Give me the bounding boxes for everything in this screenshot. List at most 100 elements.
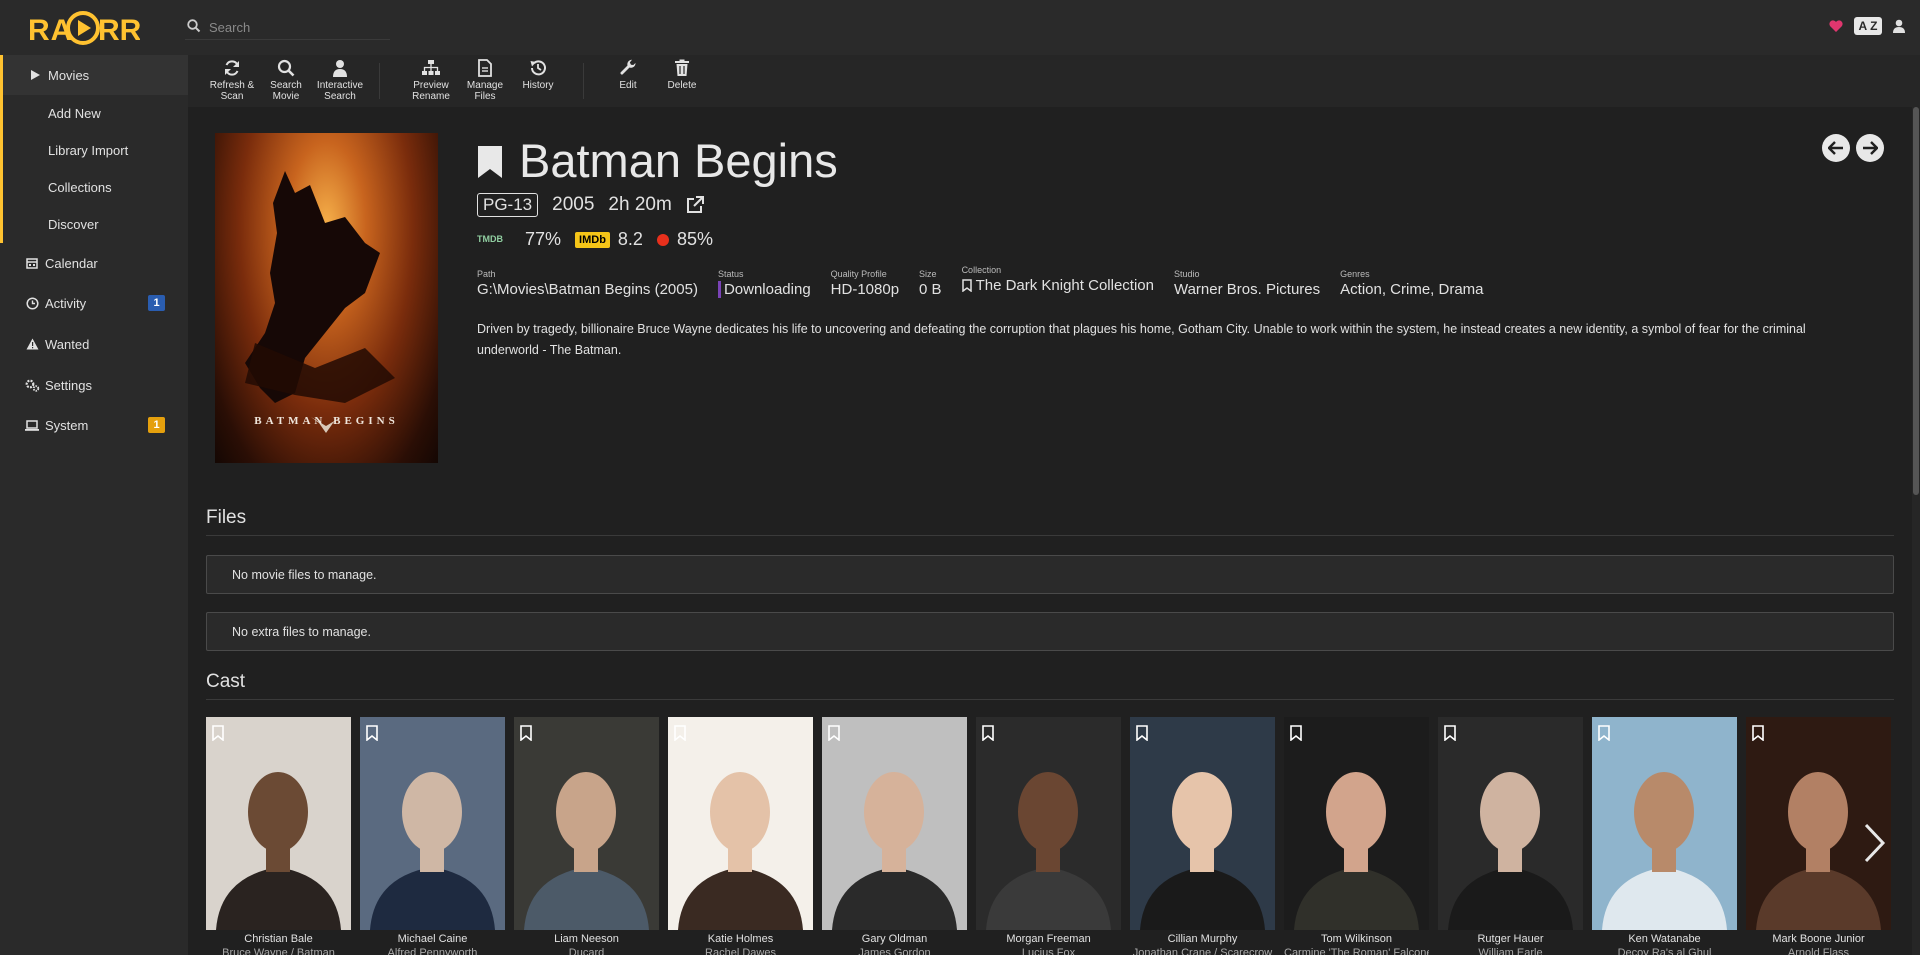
cast-member-card[interactable]: Liam Neeson Ducard (514, 717, 659, 955)
scrollbar[interactable] (1912, 107, 1920, 955)
sidebar-item-discover[interactable]: Discover (0, 206, 188, 243)
preview-rename-button[interactable]: Preview Rename (406, 59, 456, 105)
bookmark-icon[interactable] (366, 725, 378, 741)
bookmark-icon[interactable] (477, 145, 503, 179)
certification-badge: PG-13 (477, 193, 539, 217)
movie-year: 2005 (552, 194, 595, 215)
extra-files-empty: No extra files to manage. (206, 612, 1894, 651)
bookmark-icon[interactable] (1136, 725, 1148, 741)
collection-value[interactable]: The Dark Knight Collection (976, 277, 1154, 294)
studio-value: Warner Bros. Pictures (1173, 281, 1321, 298)
bookmark-icon[interactable] (520, 725, 532, 741)
movie-label: Movie (272, 91, 300, 102)
user-icon[interactable] (1892, 19, 1906, 33)
cast-role: Alfred Pennyworth (387, 947, 478, 955)
history-icon (530, 60, 546, 76)
sidebar-item-wanted[interactable]: Wanted (0, 324, 188, 364)
bookmark-icon[interactable] (982, 725, 994, 741)
cast-photo (206, 717, 351, 930)
refresh-scan-button[interactable]: Refresh & Scan (207, 59, 257, 105)
history-button[interactable]: History (513, 59, 563, 105)
tomato-icon (656, 233, 669, 246)
bookmark-icon[interactable] (674, 725, 686, 741)
search-movie-button[interactable]: Search Movie (261, 59, 311, 105)
keyboard-shortcuts-icon[interactable]: A Z (1854, 17, 1882, 35)
bookmark-icon[interactable] (961, 279, 972, 292)
section-divider (206, 535, 1894, 536)
sidebar-item-collections[interactable]: Collections (0, 169, 188, 206)
search-box[interactable] (185, 14, 390, 40)
path-value: G:\Movies\Batman Begins (2005) (477, 281, 698, 298)
cast-photo (1592, 717, 1737, 930)
edit-button[interactable]: Edit (603, 59, 653, 105)
delete-button[interactable]: Delete (657, 59, 707, 105)
bookmark-icon[interactable] (828, 725, 840, 741)
sitemap-icon (422, 60, 440, 75)
cast-member-card[interactable]: Rutger Hauer William Earle (1438, 717, 1583, 955)
bookmark-icon[interactable] (1598, 725, 1610, 741)
sidebar-item-label: Activity (45, 295, 87, 311)
preview-label: Preview (413, 80, 449, 91)
cast-photo (822, 717, 967, 930)
cast-member-card[interactable]: Christian Bale Bruce Wayne / Batman (206, 717, 351, 955)
cast-name: Gary Oldman (861, 933, 928, 945)
next-movie-button[interactable] (1856, 134, 1884, 162)
status-detail: Status Downloading (717, 269, 811, 298)
external-link-icon[interactable] (686, 196, 704, 214)
user-icon (333, 60, 347, 77)
bookmark-icon[interactable] (1290, 725, 1302, 741)
sidebar-item-calendar[interactable]: Calendar (0, 243, 188, 283)
scan-label: Scan (220, 91, 244, 102)
cast-member-card[interactable]: Gary Oldman James Gordon (822, 717, 967, 955)
cast-name: Katie Holmes (707, 933, 774, 945)
cast-member-card[interactable]: Ken Watanabe Decoy Ra's al Ghul (1592, 717, 1737, 955)
warning-icon (24, 336, 40, 352)
quality-profile-value: HD-1080p (830, 281, 900, 298)
top-bar: RA RR A Z (0, 0, 1920, 55)
sidebar-item-system[interactable]: System 1 (0, 405, 188, 445)
cast-member-card[interactable]: Morgan Freeman Lucius Fox (976, 717, 1121, 955)
cast-member-card[interactable]: Michael Caine Alfred Pennyworth (360, 717, 505, 955)
cast-member-card[interactable]: Katie Holmes Rachel Dawes (668, 717, 813, 955)
cast-role: William Earle (1478, 947, 1543, 955)
tmdb-rating: 77% (525, 229, 562, 249)
detail-label: Path (477, 269, 496, 279)
sidebar-item-settings[interactable]: Settings (0, 365, 188, 405)
size-detail: Size 0 B (919, 269, 942, 298)
bookmark-icon[interactable] (1752, 725, 1764, 741)
radarr-logo[interactable]: RA RR (28, 7, 140, 47)
interactive-search-button[interactable]: Interactive Search (315, 59, 365, 105)
sidebar-item-library-import[interactable]: Library Import (0, 132, 188, 169)
bookmark-icon[interactable] (1444, 725, 1456, 741)
imdb-logo-icon: IMDb (575, 231, 610, 248)
chevron-right-icon[interactable] (1862, 823, 1886, 863)
batman-silhouette-image (245, 171, 395, 433)
cast-section-title: Cast (206, 671, 246, 692)
sidebar-item-label: System (45, 417, 89, 433)
movie-poster: BATMAN BEGINS (215, 133, 438, 463)
previous-movie-button[interactable] (1822, 134, 1850, 162)
toolbar: Refresh & Scan Search Movie Interactive … (188, 55, 1920, 107)
manage-label: Manage (466, 80, 504, 91)
tmdb-logo-icon: TMDB (477, 234, 503, 244)
cast-photo (976, 717, 1121, 930)
scrollbar-thumb[interactable] (1913, 107, 1919, 495)
sidebar-item-label: Discover (48, 217, 99, 232)
manage-files-button[interactable]: Manage Files (460, 59, 510, 105)
cast-role: James Gordon (858, 947, 931, 955)
heart-icon[interactable] (1828, 18, 1844, 34)
cast-name: Cillian Murphy (1167, 933, 1238, 945)
arrow-left-icon (1828, 141, 1843, 155)
cast-member-card[interactable]: Tom Wilkinson Carmine 'The Roman' Falcone (1284, 717, 1429, 955)
sidebar-item-add-new[interactable]: Add New (0, 95, 188, 132)
sidebar-item-movies[interactable]: Movies (0, 55, 188, 95)
interactive-label: Interactive (316, 80, 364, 91)
sidebar-item-activity[interactable]: Activity 1 (0, 283, 188, 323)
bookmark-icon[interactable] (212, 725, 224, 741)
cast-member-card[interactable]: Cillian Murphy Jonathan Crane / Scarecrow (1130, 717, 1275, 955)
search-input[interactable] (209, 16, 384, 38)
poster-title: BATMAN BEGINS (254, 415, 399, 427)
rotten-tomatoes-rating: 85% (676, 229, 713, 249)
system-badge: 1 (148, 417, 165, 433)
quality-profile-detail: Quality Profile HD-1080p (831, 269, 899, 298)
